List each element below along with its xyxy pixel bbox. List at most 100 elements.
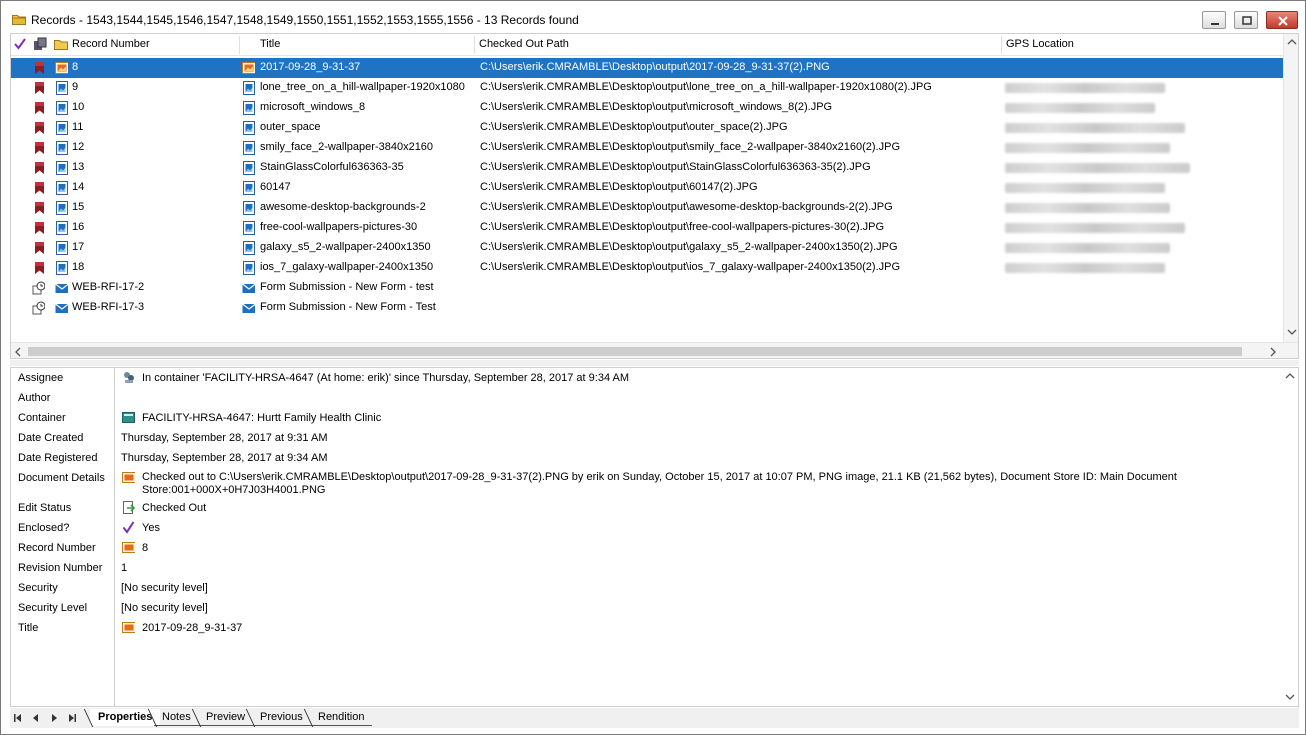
jpg-image-icon [243, 101, 255, 115]
jpg-image-icon [56, 181, 68, 195]
close-button[interactable] [1266, 11, 1298, 29]
record-number: 12 [72, 141, 85, 153]
record-red-icon [35, 102, 44, 114]
png-image-icon [242, 62, 255, 74]
chevron-down-icon[interactable] [1287, 328, 1297, 336]
minimize-button[interactable] [1202, 11, 1226, 29]
record-red-icon [35, 162, 44, 174]
checkmark-icon [14, 38, 26, 50]
property-value: [No security level] [121, 602, 208, 614]
record-red-icon [35, 122, 44, 134]
record-title: free-cool-wallpapers-pictures-30 [260, 221, 418, 233]
minimize-icon [1211, 23, 1219, 25]
restore-button[interactable] [1234, 11, 1258, 29]
chevron-up-icon[interactable] [1287, 38, 1297, 46]
chevron-up-icon[interactable] [1285, 372, 1295, 380]
record-title: microsoft_windows_8 [260, 101, 366, 113]
workflow-clock-icon [32, 301, 45, 315]
horizontal-scrollbar[interactable] [11, 342, 1298, 358]
vertical-scrollbar[interactable] [1283, 34, 1298, 342]
jpg-image-icon [56, 261, 68, 275]
column-header-title[interactable]: Title [260, 38, 280, 50]
column-header-record-number[interactable]: Record Number [72, 38, 150, 50]
column-separator[interactable] [239, 36, 240, 54]
table-row[interactable]: WEB-RFI-17-2 Form Submission - New Form -… [11, 278, 1283, 298]
table-row[interactable]: 12 smily_face_2-wallpaper-3840x2160 C:\Use… [11, 138, 1283, 158]
property-value: [No security level] [121, 582, 208, 594]
property-value: Checked Out [142, 502, 207, 514]
property-value: 2017-09-28_9-31-37 [142, 622, 243, 634]
properties-scrollbar[interactable] [1282, 368, 1298, 706]
window-title: Records - 1543,1544,1545,1546,1547,1548,… [31, 13, 579, 27]
folder-icon [12, 15, 26, 25]
tab-previous[interactable]: Previous [252, 709, 311, 726]
table-row[interactable]: 11 outer_space C:\Users\erik.CMRAMBLE\Desk… [11, 118, 1283, 138]
property-value: In container 'FACILITY-HRSA-4647 (At hom… [142, 372, 630, 384]
jpg-image-icon [243, 81, 255, 95]
restore-icon [1242, 16, 1252, 25]
property-label: Container [18, 412, 66, 424]
last-record-icon[interactable] [66, 712, 78, 724]
gps-location-redacted [1005, 143, 1170, 153]
record-number: WEB-RFI-17-3 [72, 301, 145, 313]
records-window: Records - 1543,1544,1545,1546,1547,1548,… [0, 0, 1306, 735]
jpg-image-icon [243, 141, 255, 155]
property-row: Security Level [No security level] [11, 598, 1281, 618]
table-row[interactable]: WEB-RFI-17-3 Form Submission - New Form -… [11, 298, 1283, 318]
record-title: outer_space [260, 121, 321, 133]
table-row[interactable]: 15 awesome-desktop-backgrounds-2 C:\Users\… [11, 198, 1283, 218]
checked-out-path: C:\Users\erik.CMRAMBLE\Desktop\output\20… [480, 61, 830, 73]
column-header-gps-location[interactable]: GPS Location [1006, 38, 1074, 50]
first-record-icon[interactable] [12, 712, 24, 724]
table-row[interactable]: 14 60147 C:\Users\erik.CMRAMBLE\Desktop\ou… [11, 178, 1283, 198]
jpg-image-icon [56, 101, 68, 115]
property-label: Document Details [18, 472, 105, 484]
property-row: Container FACILITY-HRSA-4647: Hurtt Famil… [11, 408, 1281, 428]
gps-location-redacted [1005, 203, 1170, 213]
chevron-down-icon[interactable] [1285, 693, 1295, 701]
jpg-image-icon [56, 241, 68, 255]
checked-out-path: C:\Users\erik.CMRAMBLE\Desktop\output\mi… [480, 101, 833, 113]
property-row: Record Number 8 [11, 538, 1281, 558]
record-number: 17 [72, 241, 85, 253]
property-label: Title [18, 622, 39, 634]
next-record-icon[interactable] [48, 712, 60, 724]
property-row: Date Registered Thursday, September 28, 2… [11, 448, 1281, 468]
table-row[interactable]: 16 free-cool-wallpapers-pictures-30 C:\Use… [11, 218, 1283, 238]
checked-out-path: C:\Users\erik.CMRAMBLE\Desktop\output\aw… [480, 201, 893, 213]
property-value: 8 [142, 542, 149, 554]
previous-record-icon[interactable] [30, 712, 42, 724]
record-red-icon [35, 82, 44, 94]
property-label: Author [18, 392, 51, 404]
tab-rendition[interactable]: Rendition [310, 709, 373, 726]
property-row: Document Details Checked out to C:\Users\… [11, 468, 1281, 496]
column-separator[interactable] [474, 36, 475, 54]
record-number: 13 [72, 161, 85, 173]
table-row[interactable]: 17 galaxy_s5_2-wallpaper-2400x1350 C:\User… [11, 238, 1283, 258]
column-separator[interactable] [1001, 36, 1002, 54]
pane-splitter[interactable] [10, 360, 1299, 366]
property-row: Assignee In container 'FACILITY-HRSA-4647… [11, 368, 1281, 388]
gps-location-redacted [1005, 163, 1190, 173]
close-icon [1278, 16, 1288, 26]
gps-location-redacted [1005, 263, 1165, 273]
table-row[interactable]: 18 ios_7_galaxy-wallpaper-2400x1350 C:\Use… [11, 258, 1283, 278]
property-label: Enclosed? [18, 522, 70, 534]
jpg-image-icon [243, 261, 255, 275]
record-red-icon [35, 262, 44, 274]
property-label: Record Number [18, 542, 96, 554]
title-bar: Records - 1543,1544,1545,1546,1547,1548,… [1, 1, 1305, 33]
column-header-checked-out-path[interactable]: Checked Out Path [479, 38, 569, 50]
table-row[interactable]: 8 2017-09-28_9-31-37 C:\Users\erik.CMRAMBL… [11, 58, 1283, 78]
jpg-image-icon [56, 201, 68, 215]
chevron-left-icon[interactable] [14, 347, 22, 357]
table-row[interactable]: 13 StainGlassColorful636363-35 C:\Users\er… [11, 158, 1283, 178]
horizontal-scroll-thumb[interactable] [28, 347, 1242, 356]
chevron-right-icon[interactable] [1269, 347, 1277, 357]
tab-preview[interactable]: Preview [198, 709, 254, 726]
property-row: Date Created Thursday, September 28, 2017… [11, 428, 1281, 448]
property-label: Security [18, 582, 58, 594]
table-row[interactable]: 9 lone_tree_on_a_hill-wallpaper-1920x1080… [11, 78, 1283, 98]
table-row[interactable]: 10 microsoft_windows_8 C:\Users\erik.CMRAM… [11, 98, 1283, 118]
checked-out-path: C:\Users\erik.CMRAMBLE\Desktop\output\ga… [480, 241, 898, 253]
